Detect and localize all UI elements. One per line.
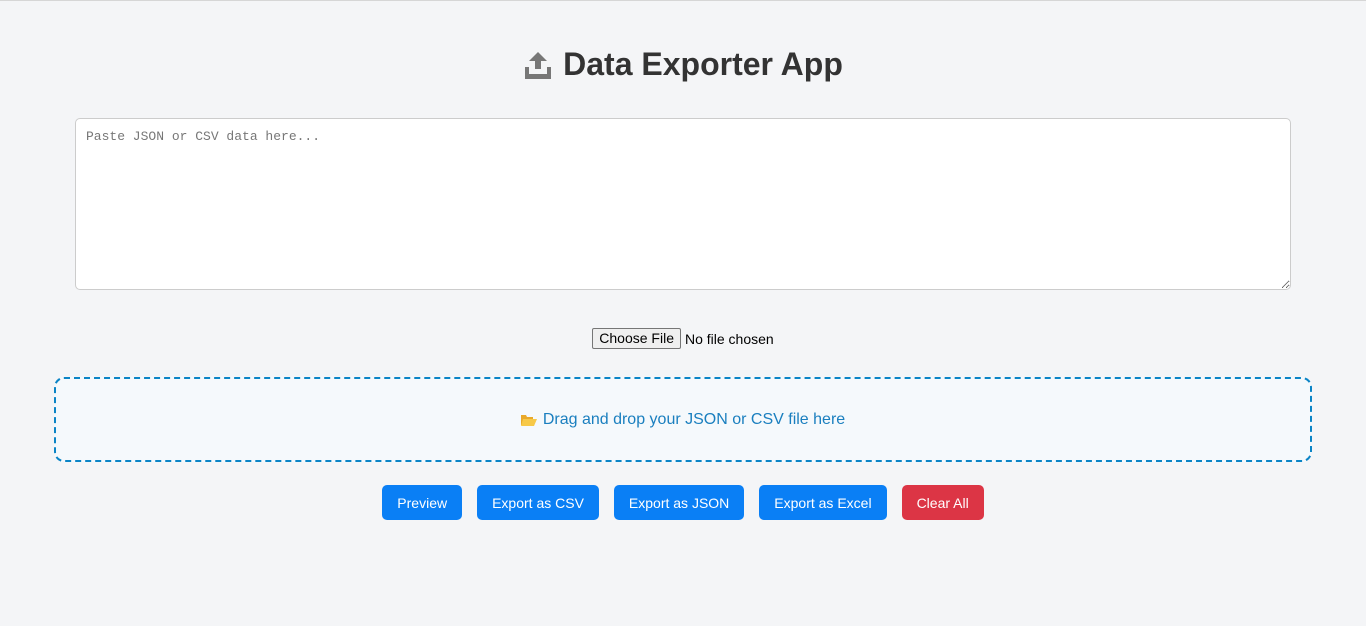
file-picker: Choose File No file chosen [0, 328, 1366, 350]
choose-file-button[interactable]: Choose File [592, 328, 681, 349]
file-status-text: No file chosen [684, 330, 774, 347]
clear-all-button[interactable]: Clear All [901, 485, 984, 520]
page-title: Data Exporter App [563, 46, 843, 82]
export-json-button[interactable]: Export as JSON [613, 485, 745, 520]
action-buttons: Preview Export as CSV Export as JSON Exp… [0, 485, 1366, 520]
upload-tray-icon [525, 51, 552, 79]
export-csv-button[interactable]: Export as CSV [477, 485, 599, 520]
top-divider [0, 0, 1366, 1]
data-input-textarea[interactable] [75, 118, 1291, 290]
preview-button[interactable]: Preview [382, 485, 463, 520]
file-drop-zone[interactable]: Drag and drop your JSON or CSV file here [54, 377, 1312, 462]
file-picker-group: Choose File No file chosen [592, 328, 774, 349]
title-group: Data Exporter App [523, 46, 843, 83]
open-folder-icon [520, 415, 537, 426]
app-page: Data Exporter App Choose File No file ch… [0, 0, 1366, 626]
export-excel-button[interactable]: Export as Excel [759, 485, 887, 520]
drop-zone-text: Drag and drop your JSON or CSV file here [542, 410, 846, 428]
header: Data Exporter App [0, 46, 1366, 88]
